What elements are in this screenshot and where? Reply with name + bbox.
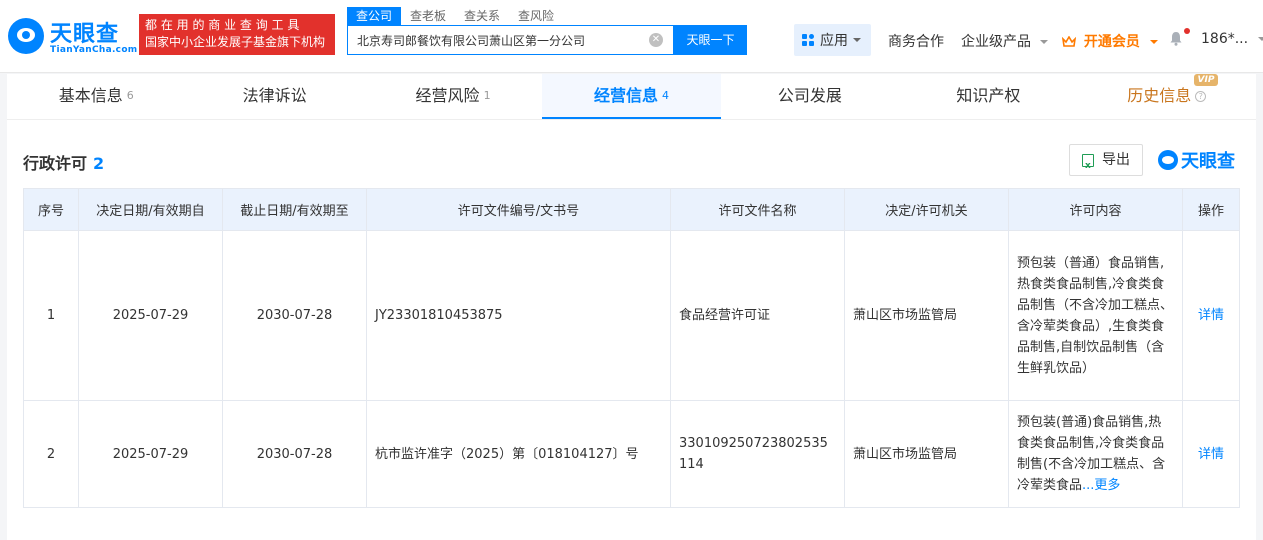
vip-membership-label: 开通会员 bbox=[1083, 34, 1140, 50]
search-tab-company[interactable]: 查公司 bbox=[347, 7, 402, 25]
apps-grid-icon bbox=[802, 33, 815, 47]
cell-authority: 萧山区市场监管局 bbox=[844, 230, 1009, 401]
cell-content: 预包装（普通）食品销售,热食类食品制售,冷食类食品制售（不含冷加工糕点、含冷荤类… bbox=[1008, 230, 1183, 401]
brand-name: 天眼查 bbox=[50, 22, 120, 47]
cell-start-date: 2025-07-29 bbox=[78, 230, 223, 401]
company-section-tabs: 基本信息 6 法律诉讼 经营风险 1 经营信息 4 公司发展 知识产权 历史信息? V… bbox=[7, 74, 1256, 120]
search-tab-relation[interactable]: 查关系 bbox=[455, 7, 509, 25]
more-link[interactable]: ...更多 bbox=[1082, 478, 1120, 493]
search-input[interactable] bbox=[348, 26, 638, 54]
bell-icon[interactable] bbox=[1169, 31, 1183, 46]
app-menu[interactable]: 应用 bbox=[794, 24, 871, 56]
brand-logo[interactable]: 天眼查 TianYanCha.com bbox=[8, 16, 138, 60]
tab-history-info[interactable]: 历史信息? VIP bbox=[1078, 74, 1256, 119]
vip-membership-menu[interactable]: 开通会员 bbox=[1062, 31, 1158, 51]
export-label: 导出 bbox=[1102, 152, 1130, 168]
tab-operating-risk[interactable]: 经营风险 1 bbox=[364, 74, 542, 119]
clear-icon[interactable]: ✕ bbox=[649, 33, 663, 47]
cell-content: 预包装(普通)食品销售,热食类食品制售,冷食类食品制售(不含冷加工糕点、含冷荤类… bbox=[1008, 400, 1183, 508]
search-tab-risk[interactable]: 查风险 bbox=[509, 7, 563, 25]
help-icon[interactable]: ? bbox=[1195, 91, 1207, 102]
tab-label: 知识产权 bbox=[956, 86, 1021, 105]
cell-doc-number: 杭市监许准字（2025）第〔018104127〕号 bbox=[366, 400, 671, 508]
search-tab-boss[interactable]: 查老板 bbox=[401, 7, 455, 25]
section-count: 2 bbox=[93, 154, 105, 173]
app-menu-label: 应用 bbox=[820, 33, 848, 49]
eye-logo-icon bbox=[1158, 150, 1178, 170]
administrative-license-panel: 行政许可 2 导出 天眼查 序号 决定日期/有效期自 截止日期/有效期至 许可文件… bbox=[7, 120, 1256, 540]
search-type-tabs: 查公司 查老板 查关系 查风险 bbox=[347, 7, 563, 25]
chevron-down-icon bbox=[1149, 40, 1158, 44]
crown-icon bbox=[1062, 36, 1076, 47]
detail-link[interactable]: 详情 bbox=[1182, 400, 1240, 508]
user-phone-label: 186*... bbox=[1201, 31, 1249, 47]
cell-doc-number: JY23301810453875 bbox=[366, 230, 671, 401]
col-header-content: 许可内容 bbox=[1008, 188, 1183, 231]
chevron-down-icon bbox=[1257, 37, 1263, 41]
detail-link[interactable]: 详情 bbox=[1182, 230, 1240, 401]
watermark-text: 天眼查 bbox=[1181, 151, 1235, 172]
cell-doc-name: 330109250723802535114 bbox=[670, 400, 845, 508]
tab-label: 经营风险 bbox=[415, 86, 480, 105]
notification-dot bbox=[1184, 28, 1190, 34]
tab-basic-info[interactable]: 基本信息 6 bbox=[7, 74, 185, 119]
tab-business-info[interactable]: 经营信息 4 bbox=[542, 74, 721, 119]
tab-legal[interactable]: 法律诉讼 bbox=[185, 74, 363, 119]
eye-logo-icon bbox=[8, 18, 44, 54]
tab-intellectual-property[interactable]: 知识产权 bbox=[899, 74, 1077, 119]
table-header-row: 序号 决定日期/有效期自 截止日期/有效期至 许可文件编号/文书号 许可文件名称… bbox=[23, 188, 1240, 231]
top-header: 天眼查 TianYanCha.com 都 在 用 的 商 业 查 询 工 具 国… bbox=[0, 0, 1263, 73]
user-account-menu[interactable]: 186*... bbox=[1201, 31, 1263, 47]
tab-count: 6 bbox=[126, 89, 134, 102]
watermark-logo: 天眼查 bbox=[1158, 148, 1235, 172]
tab-label: 经营信息 bbox=[593, 86, 658, 105]
cell-no: 2 bbox=[23, 400, 79, 508]
slogan-line-2: 国家中小企业发展子基金旗下机构 bbox=[145, 35, 326, 49]
tab-label: 法律诉讼 bbox=[242, 86, 307, 105]
cell-start-date: 2025-07-29 bbox=[78, 400, 223, 508]
cell-end-date: 2030-07-28 bbox=[222, 230, 367, 401]
tab-count: 4 bbox=[661, 89, 669, 102]
tab-company-development[interactable]: 公司发展 bbox=[721, 74, 899, 119]
col-header-doc-number: 许可文件编号/文书号 bbox=[366, 188, 671, 231]
slogan-banner: 都 在 用 的 商 业 查 询 工 具 国家中小企业发展子基金旗下机构 bbox=[139, 14, 335, 55]
cell-authority: 萧山区市场监管局 bbox=[844, 400, 1009, 508]
col-header-action: 操作 bbox=[1182, 188, 1240, 231]
col-header-no: 序号 bbox=[23, 188, 79, 231]
excel-icon bbox=[1082, 151, 1094, 181]
col-header-authority: 决定/许可机关 bbox=[844, 188, 1009, 231]
tab-label: 基本信息 bbox=[58, 86, 123, 105]
table-row: 1 2025-07-29 2030-07-28 JY23301810453875… bbox=[23, 230, 1240, 401]
col-header-doc-name: 许可文件名称 bbox=[670, 188, 845, 231]
chevron-down-icon bbox=[853, 38, 861, 42]
chevron-down-icon bbox=[1040, 40, 1049, 44]
business-cooperation-link[interactable]: 商务合作 bbox=[888, 31, 944, 51]
search-box: ✕ bbox=[347, 25, 674, 55]
cell-end-date: 2030-07-28 bbox=[222, 400, 367, 508]
vip-badge: VIP bbox=[1193, 74, 1219, 86]
col-header-start-date[interactable]: 决定日期/有效期自 bbox=[78, 188, 223, 231]
slogan-line-1: 都 在 用 的 商 业 查 询 工 具 bbox=[145, 18, 300, 32]
export-button[interactable]: 导出 bbox=[1069, 144, 1143, 181]
cell-no: 1 bbox=[23, 230, 79, 401]
col-header-end-date[interactable]: 截止日期/有效期至 bbox=[222, 188, 367, 231]
tab-label: 历史信息 bbox=[1127, 86, 1192, 105]
search-button[interactable]: 天眼一下 bbox=[674, 25, 747, 55]
table-row: 2 2025-07-29 2030-07-28 杭市监许准字（2025）第〔01… bbox=[23, 400, 1240, 508]
brand-domain: TianYanCha.com bbox=[50, 45, 138, 55]
tab-count: 1 bbox=[483, 89, 491, 102]
section-title-label: 行政许可 bbox=[23, 154, 88, 173]
enterprise-products-label: 企业级产品 bbox=[961, 34, 1031, 50]
tab-label: 公司发展 bbox=[777, 86, 842, 105]
license-table: 序号 决定日期/有效期自 截止日期/有效期至 许可文件编号/文书号 许可文件名称… bbox=[23, 188, 1240, 508]
enterprise-products-menu[interactable]: 企业级产品 bbox=[961, 31, 1049, 51]
cell-doc-name: 食品经营许可证 bbox=[670, 230, 845, 401]
section-title: 行政许可 2 bbox=[23, 150, 104, 174]
